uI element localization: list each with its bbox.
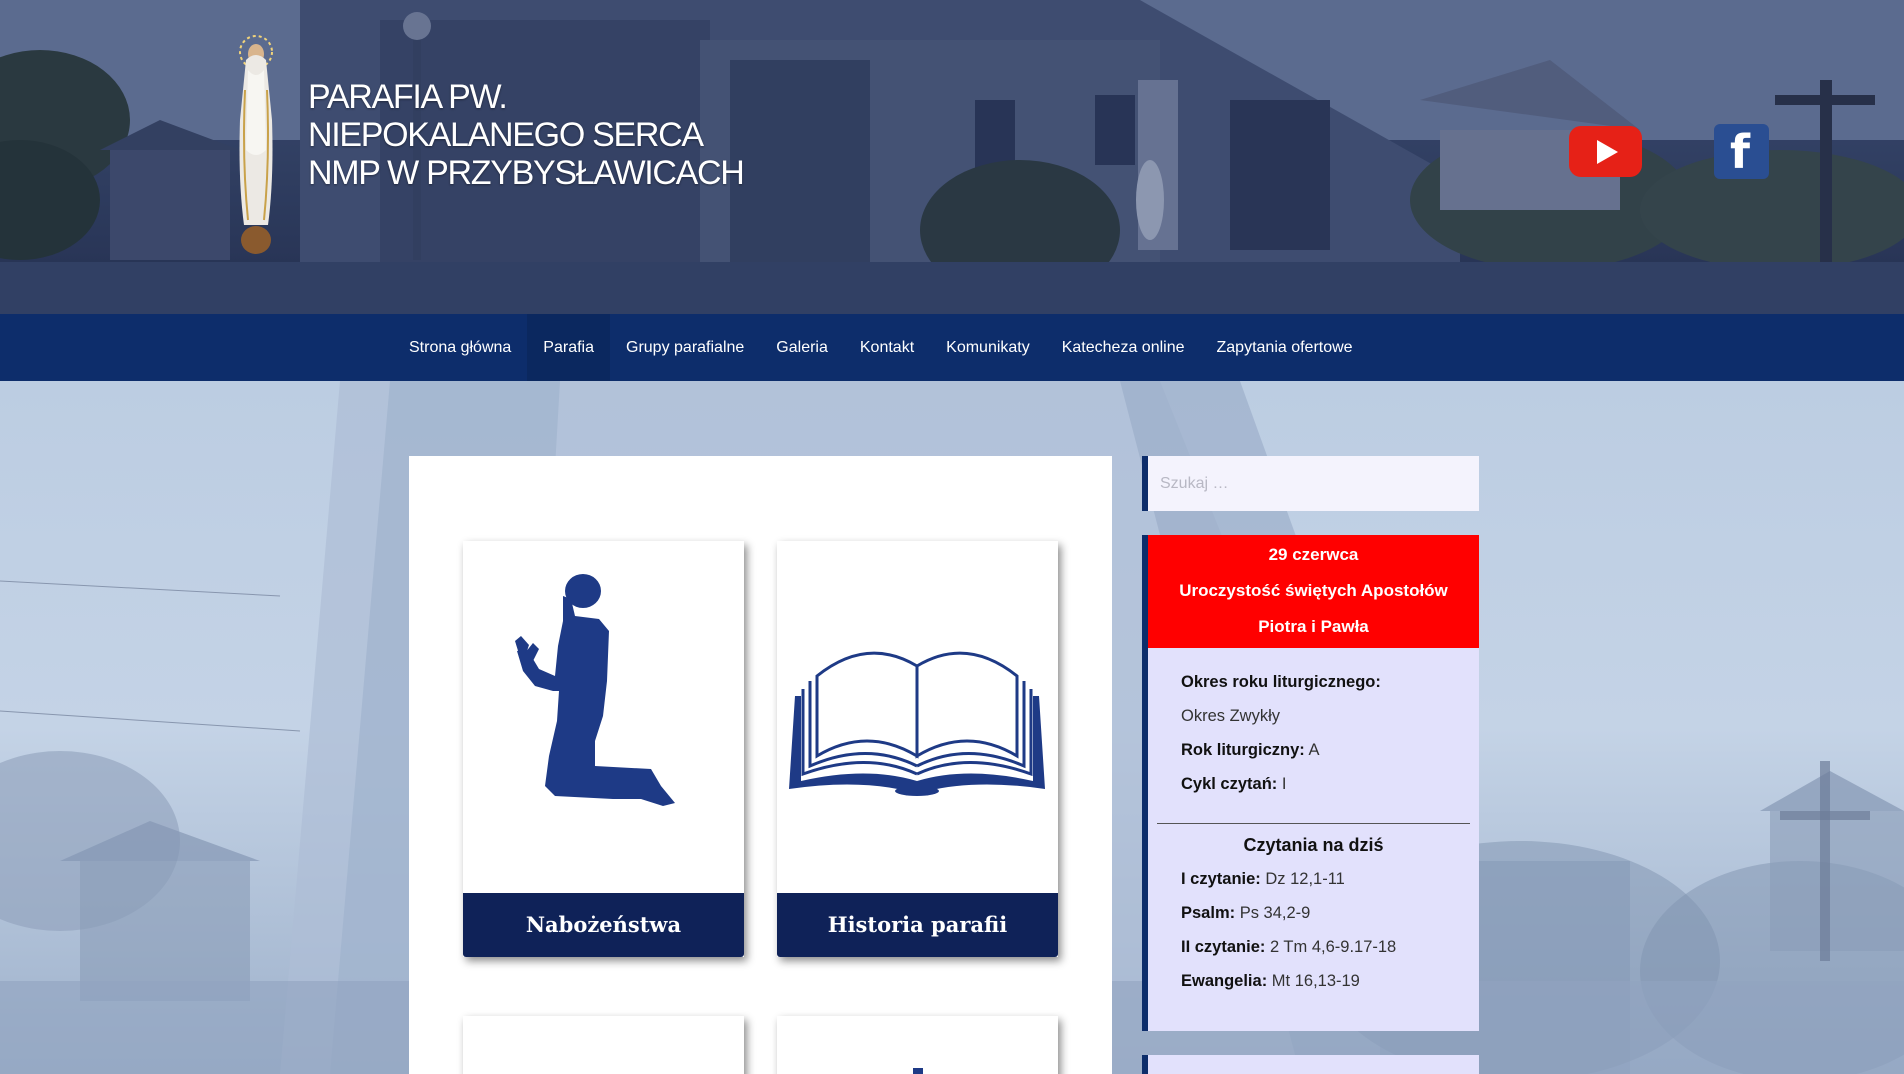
site-title[interactable]: PARAFIA PW. NIEPOKALANEGO SERCA NMP W PR… [308,78,745,192]
readings-list: I czytanie: Dz 12,1-11 Psalm: Ps 34,2-9 … [1181,862,1396,998]
virgin-mary-statue-logo[interactable] [228,30,284,260]
year-value: A [1308,741,1320,759]
reading-item: II czytanie: 2 Tm 4,6-9.17-18 [1181,930,1396,964]
feast-name-line-2: Piotra i Pawła [1258,617,1369,636]
nav-item-strona-glowna[interactable]: Strona główna [393,314,527,381]
year-label: Rok liturgiczny: [1181,741,1305,759]
content-panel: Nabożeństwa Historia parafii [409,456,1112,1074]
card-nabozenstwa[interactable]: Nabożeństwa [463,541,744,957]
open-book-icon [789,651,1045,796]
nav-item-parafia[interactable]: Parafia [527,314,610,381]
card-partial-left[interactable] [463,1016,744,1074]
nav-item-zapytania-ofertowe[interactable]: Zapytania ofertowe [1201,314,1369,381]
nav-item-komunikaty[interactable]: Komunikaty [930,314,1046,381]
card-partial-right[interactable] [777,1016,1058,1074]
liturgy-details: Okres roku liturgicznego: Okres Zwykły R… [1181,665,1381,801]
nav-item-galeria[interactable]: Galeria [760,314,844,381]
card-label: Nabożeństwa [463,893,744,957]
readings-title: Czytania na dziś [1243,835,1384,855]
card-historia-parafii[interactable]: Historia parafii [777,541,1058,957]
search-box [1142,456,1479,511]
nav-item-kontakt[interactable]: Kontakt [844,314,930,381]
reading-item: Psalm: Ps 34,2-9 [1181,896,1396,930]
reading-label: II czytanie: [1181,938,1266,956]
reading-item: I czytanie: Dz 12,1-11 [1181,862,1396,896]
feast-header: 29 czerwca Uroczystość świętych Apostołó… [1148,535,1479,648]
feast-name-line-1: Uroczystość świętych Apostołów [1179,581,1448,600]
main-navigation: Strona główna Parafia Grupy parafialne G… [0,314,1904,381]
reading-label: Psalm: [1181,904,1236,922]
praying-man-icon [515,574,675,806]
facebook-link[interactable]: f [1714,124,1769,179]
youtube-icon [1597,140,1618,164]
liturgy-widget: 29 czerwca Uroczystość świętych Apostołó… [1142,535,1479,1031]
reading-label: Ewangelia: [1181,972,1268,990]
cycle-value: I [1281,775,1287,793]
card-label: Historia parafii [777,893,1058,957]
period-label: Okres roku liturgicznego: [1181,673,1381,691]
reading-label: I czytanie: [1181,870,1261,888]
reading-item: Ewangelia: Mt 16,13-19 [1181,964,1396,998]
reading-value: 2 Tm 4,6-9.17-18 [1269,938,1397,956]
card-partial-icon [913,1068,923,1074]
reading-value: Dz 12,1-11 [1265,870,1345,888]
period-value: Okres Zwykły [1181,707,1280,725]
reading-value: Mt 16,13-19 [1271,972,1360,990]
nav-item-katecheza-online[interactable]: Katecheza online [1046,314,1201,381]
reading-value: Ps 34,2-9 [1239,904,1311,922]
youtube-link[interactable] [1569,126,1642,177]
search-input[interactable] [1148,456,1479,511]
site-title-line-3: NMP W PRZYBYSŁAWICACH [308,154,745,192]
site-title-line-1: PARAFIA PW. [308,78,508,116]
sidebar-widget-partial [1142,1055,1479,1074]
facebook-icon: f [1730,125,1751,179]
site-header: PARAFIA PW. NIEPOKALANEGO SERCA NMP W PR… [0,0,1904,314]
cycle-label: Cykl czytań: [1181,775,1278,793]
nav-item-grupy-parafialne[interactable]: Grupy parafialne [610,314,760,381]
divider [1157,823,1470,824]
feast-date: 29 czerwca [1268,545,1359,564]
site-title-line-2: NIEPOKALANEGO SERCA [308,116,704,154]
